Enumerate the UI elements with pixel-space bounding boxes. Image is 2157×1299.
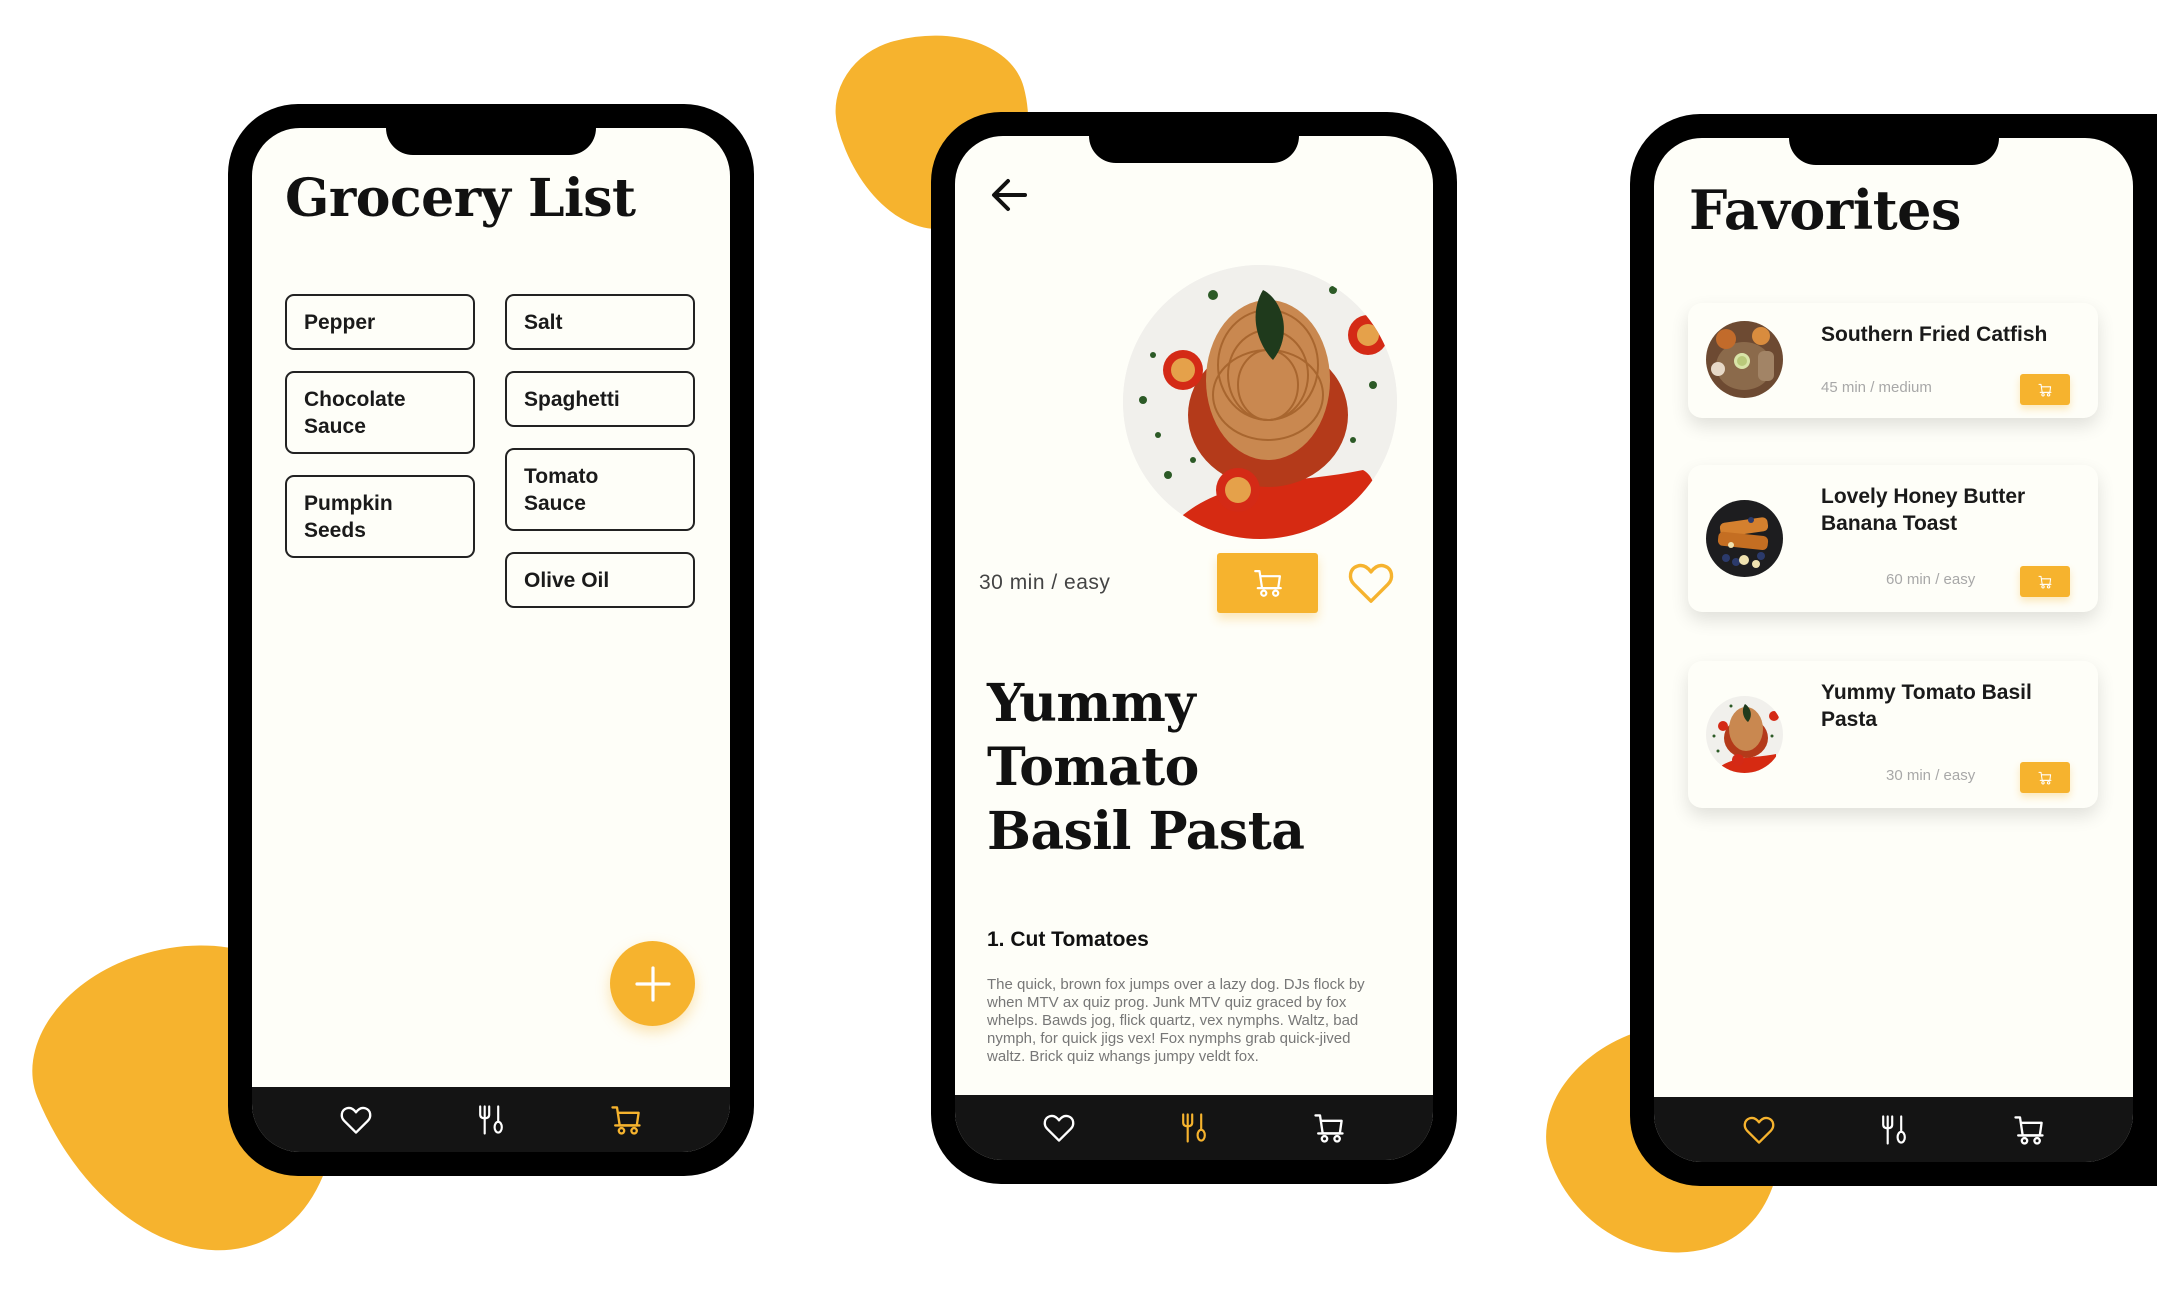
favorite-card[interactable]: Lovely Honey Butter Banana Toast 60 min …: [1688, 465, 2098, 612]
bottom-tab-bar: [1654, 1097, 2133, 1162]
step-description: The quick, brown fox jumps over a lazy d…: [987, 976, 1365, 1065]
banana-toast-photo: [1706, 500, 1783, 577]
fork-spoon-icon: [1176, 1110, 1212, 1146]
recipe-meta: 45 min / medium: [1821, 379, 1932, 396]
grocery-column-2: Salt Spaghetti Tomato Sauce Olive Oil: [505, 294, 695, 608]
add-to-cart-button[interactable]: [2020, 762, 2070, 793]
recipe-meta: 60 min / easy: [1886, 571, 1976, 588]
tab-grocery-list[interactable]: [1309, 1108, 1349, 1148]
favorites-screen: Favorites Southern Fried Catfish 45 min …: [1654, 138, 2133, 1162]
arrow-left-icon: [992, 179, 1027, 211]
tab-grocery-list[interactable]: [2009, 1110, 2049, 1150]
tab-favorites[interactable]: [1739, 1110, 1779, 1150]
spaghetti-photo: [1123, 265, 1397, 539]
tab-recipes[interactable]: [1174, 1108, 1214, 1148]
bottom-tab-bar: [955, 1095, 1433, 1160]
grocery-item[interactable]: Tomato Sauce: [505, 448, 695, 531]
heart-icon: [338, 1102, 374, 1138]
grocery-item[interactable]: Salt: [505, 294, 695, 350]
phone-grocery-list: Grocery List Pepper Chocolate Sauce Pump…: [228, 104, 754, 1176]
recipe-name: Southern Fried Catfish: [1821, 323, 2048, 346]
recipe-screen: 30 min / easy Yummy Tomato Basil Pasta 1…: [955, 136, 1433, 1160]
recipe-thumbnail: [1706, 696, 1783, 773]
recipe-thumbnail: [1706, 321, 1783, 398]
tab-recipes[interactable]: [471, 1100, 511, 1140]
heart-icon: [1041, 1110, 1077, 1146]
recipe-name: Lovely Honey Butter Banana Toast: [1821, 485, 2026, 535]
page-title: Grocery List: [285, 168, 636, 229]
back-button[interactable]: [987, 173, 1031, 217]
phone-recipe-detail: 30 min / easy Yummy Tomato Basil Pasta 1…: [931, 112, 1457, 1184]
recipe-name: Yummy Tomato Basil Pasta: [1821, 681, 2032, 731]
add-item-button[interactable]: [610, 941, 695, 1026]
recipe-meta-row: 30 min / easy: [955, 553, 1433, 615]
favorite-card[interactable]: Southern Fried Catfish 45 min / medium: [1688, 303, 2098, 418]
fork-spoon-icon: [1876, 1112, 1912, 1148]
phone-notch: [1089, 136, 1299, 163]
cart-icon: [2037, 574, 2053, 590]
page-title: Favorites: [1689, 178, 1961, 242]
grocery-screen: Grocery List Pepper Chocolate Sauce Pump…: [252, 128, 730, 1152]
plus-icon: [634, 965, 671, 1002]
favorite-card[interactable]: Yummy Tomato Basil Pasta 30 min / easy: [1688, 661, 2098, 808]
recipe-hero-image: [1123, 265, 1397, 539]
heart-icon: [1741, 1112, 1777, 1148]
grocery-item[interactable]: Chocolate Sauce: [285, 371, 475, 454]
tab-favorites[interactable]: [1039, 1108, 1079, 1148]
grocery-item[interactable]: Olive Oil: [505, 552, 695, 608]
grocery-column-1: Pepper Chocolate Sauce Pumpkin Seeds: [285, 294, 475, 558]
favorite-heart-icon[interactable]: [1343, 557, 1399, 609]
grocery-item[interactable]: Pumpkin Seeds: [285, 475, 475, 558]
cart-icon: [1311, 1110, 1347, 1146]
recipe-thumbnail: [1706, 500, 1783, 577]
cart-icon: [2037, 770, 2053, 786]
cart-icon: [2011, 1112, 2047, 1148]
grocery-item[interactable]: Spaghetti: [505, 371, 695, 427]
tab-recipes[interactable]: [1874, 1110, 1914, 1150]
recipe-meta: 30 min / easy: [979, 571, 1111, 594]
phone-favorites: Favorites Southern Fried Catfish 45 min …: [1630, 114, 2157, 1186]
cart-icon: [608, 1102, 644, 1138]
recipe-title: Yummy Tomato Basil Pasta: [987, 673, 1305, 862]
tab-grocery-list[interactable]: [606, 1100, 646, 1140]
spaghetti-photo: [1706, 696, 1783, 773]
recipe-meta: 30 min / easy: [1886, 767, 1976, 784]
phone-notch: [1788, 138, 1999, 165]
add-to-cart-button[interactable]: [2020, 374, 2070, 405]
step-title: 1. Cut Tomatoes: [987, 928, 1149, 951]
add-to-cart-button[interactable]: [1217, 553, 1318, 613]
phone-notch: [386, 128, 596, 155]
bottom-tab-bar: [252, 1087, 730, 1152]
tab-favorites[interactable]: [336, 1100, 376, 1140]
fork-spoon-icon: [473, 1102, 509, 1138]
cart-icon: [2037, 382, 2053, 398]
grocery-item[interactable]: Pepper: [285, 294, 475, 350]
cart-icon: [1251, 566, 1285, 600]
fried-catfish-photo: [1706, 321, 1783, 398]
add-to-cart-button[interactable]: [2020, 566, 2070, 597]
